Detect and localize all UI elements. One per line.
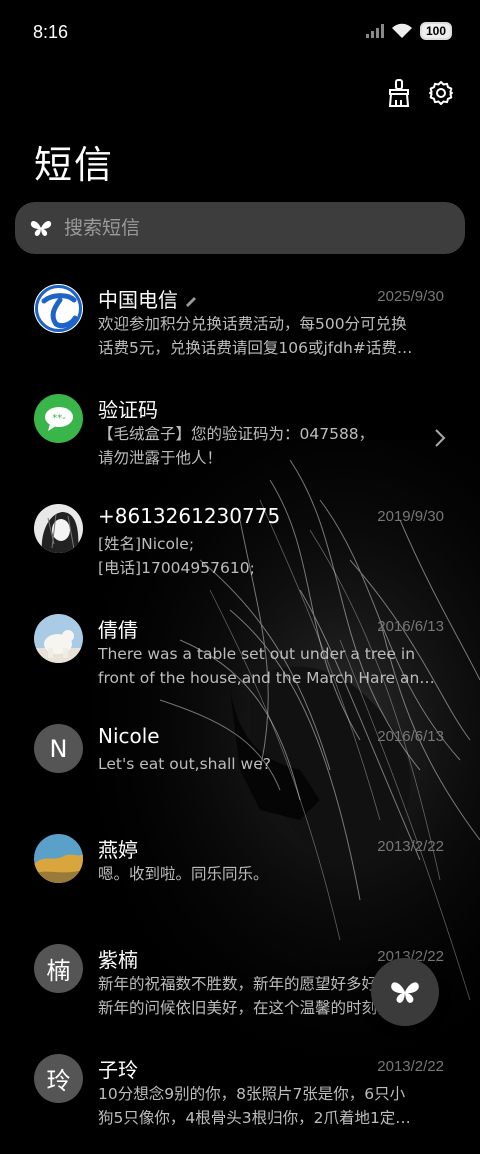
conversation-name: 验证码 <box>98 398 158 422</box>
conversation-preview: 欢迎参加积分兑换话费活动，每500分可兑换 话费5元，兑换话费请回复106或jf… <box>98 315 413 357</box>
conversation-name: 中国电信 <box>98 284 198 313</box>
landscape-avatar <box>34 834 83 883</box>
status-icons: 100 <box>365 22 452 40</box>
conversation-preview: 【毛绒盒子】您的验证码为：047588， 请勿泄露于他人！ <box>98 425 375 467</box>
conversation-preview: [姓名]Nicole; [电话]17004957610; <box>98 535 255 577</box>
conversation-name: 倩倩 <box>98 618 138 642</box>
conversation-preview: There was a table set out under a tree i… <box>98 645 435 687</box>
butterfly-icon <box>30 217 52 239</box>
conversation-date: 2016/6/13 <box>377 618 444 635</box>
search-bar[interactable] <box>15 202 465 254</box>
conversation-name: +8613261230775 <box>98 504 281 528</box>
top-actions <box>386 78 454 108</box>
anime-girl-avatar <box>34 504 83 553</box>
conversation-row-qianqian[interactable]: 倩倩 2016/6/13 There was a table set out u… <box>0 604 480 714</box>
conversation-preview: Let's eat out,shall we? <box>98 755 271 773</box>
conversation-name: 紫楠 <box>98 948 138 972</box>
conversation-date: 2013/2/22 <box>377 838 444 855</box>
edit-pencil-icon <box>186 297 197 307</box>
wifi-icon <box>391 23 412 38</box>
butterfly-icon <box>391 982 419 1003</box>
conversation-date: 2016/6/13 <box>377 728 444 745</box>
conversation-preview: 嗯。收到啦。同乐同乐。 <box>98 865 269 883</box>
conversation-row-nicole[interactable]: N Nicole 2016/6/13 Let's eat out,shall w… <box>0 714 480 824</box>
conversation-row-phone-number[interactable]: +8613261230775 2019/9/30 [姓名]Nicole; [电话… <box>0 494 480 604</box>
new-message-button[interactable] <box>371 958 439 1026</box>
clean-brush-icon[interactable] <box>386 78 412 108</box>
svg-text:**-: **- <box>52 413 66 424</box>
battery-indicator: 100 <box>419 22 452 40</box>
status-bar: 8:16 100 <box>0 0 480 64</box>
conversation-row-ziling[interactable]: 玲 子玲 2013/2/22 10分想念9别的你，8张照片7张是你，6只小 狗5… <box>0 1044 480 1154</box>
chevron-right-icon[interactable] <box>434 428 446 448</box>
status-time: 8:16 <box>33 22 69 42</box>
message-bubble-icon: **- <box>34 394 83 443</box>
conversation-name: Nicole <box>98 724 160 748</box>
conversation-date: 2019/9/30 <box>377 508 444 525</box>
search-input[interactable] <box>62 216 426 240</box>
settings-gear-icon[interactable] <box>428 78 454 108</box>
conversation-date: 2025/9/30 <box>377 288 444 305</box>
signal-icon <box>365 24 384 38</box>
polar-bear-avatar <box>34 614 83 663</box>
letter-avatar: N <box>34 724 83 773</box>
letter-avatar: 楠 <box>34 944 83 993</box>
china-telecom-logo-icon <box>34 284 83 333</box>
conversation-row-china-telecom[interactable]: 中国电信 2025/9/30 欢迎参加积分兑换话费活动，每500分可兑换 话费5… <box>0 274 480 384</box>
conversation-name: 子玲 <box>98 1058 138 1082</box>
conversation-row-verification-code[interactable]: **- 验证码 【毛绒盒子】您的验证码为：047588， 请勿泄露于他人！ <box>0 384 480 494</box>
conversation-row-yanting[interactable]: 燕婷 2013/2/22 嗯。收到啦。同乐同乐。 <box>0 824 480 934</box>
letter-avatar: 玲 <box>34 1054 83 1103</box>
conversation-preview: 10分想念9别的你，8张照片7张是你，6只小 狗5只像你，4根骨头3根归你，2爪… <box>98 1085 411 1127</box>
page-title: 短信 <box>34 143 115 187</box>
conversation-name: 燕婷 <box>98 838 138 862</box>
